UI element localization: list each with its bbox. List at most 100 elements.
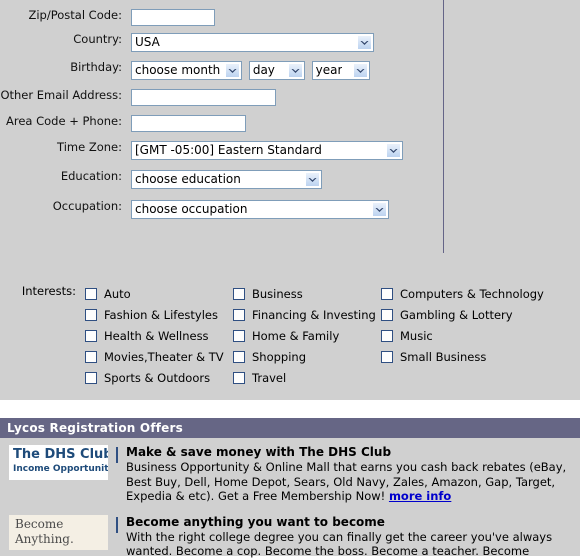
offer-text: Make & save money with The DHS Club Busi… — [126, 445, 580, 504]
chevron-down-icon — [357, 35, 372, 50]
interest-item[interactable]: Computers & Technology — [381, 283, 557, 304]
form-row-other-email: Other Email Address: — [0, 89, 443, 106]
interest-item[interactable]: Gambling & Lottery — [381, 304, 557, 325]
other-email-input[interactable] — [131, 89, 276, 106]
offer-description-text: Business Opportunity & Online Mall that … — [126, 460, 567, 503]
offer-description: With the right college degree you can fi… — [126, 530, 576, 559]
interest-label: Fashion & Lifestyles — [104, 307, 218, 322]
chevron-down-icon — [225, 63, 240, 78]
field-occupation: choose occupation — [131, 200, 392, 219]
vertical-divider — [443, 0, 444, 253]
label-interests: Interests: — [21, 284, 76, 298]
label-occupation: Occupation: — [52, 199, 122, 213]
interest-item[interactable]: Sports & Outdoors — [85, 367, 233, 388]
become-logo-line2: Anything. — [15, 531, 74, 546]
form-row-birthday: Birthday: choose month day year — [0, 61, 443, 80]
checkbox-icon[interactable] — [381, 287, 393, 300]
interest-item[interactable]: Health & Wellness — [85, 325, 233, 346]
checkbox-icon[interactable] — [85, 329, 97, 342]
checkbox-icon[interactable] — [381, 308, 393, 321]
offers-list: The DHS Club Income Opportunity Make & s… — [0, 438, 580, 559]
interest-label: Auto — [104, 286, 131, 301]
interest-label: Gambling & Lottery — [400, 307, 513, 322]
chevron-down-icon — [287, 63, 303, 78]
field-education: choose education — [131, 170, 325, 189]
label-phone: Area Code + Phone: — [5, 114, 122, 128]
offer-item: Become Anything. Become anything you wan… — [0, 513, 580, 559]
interest-item[interactable]: Small Business — [381, 346, 557, 367]
offer-title: Become anything you want to become — [126, 514, 385, 529]
interest-item[interactable]: Financing & Investing — [233, 304, 381, 325]
birthday-day-select[interactable]: day — [248, 61, 305, 80]
interest-label: Health & Wellness — [104, 328, 209, 343]
birthday-day-value: day — [252, 63, 275, 77]
zip-input[interactable] — [131, 9, 215, 26]
offer-checkbox-wrap[interactable] — [116, 447, 118, 463]
phone-input[interactable] — [131, 115, 246, 132]
interest-item[interactable]: Travel — [233, 367, 381, 388]
birthday-month-select[interactable]: choose month — [131, 61, 242, 80]
checkbox-icon[interactable] — [116, 447, 118, 463]
become-anything-logo: Become Anything. — [9, 514, 108, 550]
field-other-email — [131, 89, 276, 106]
education-select-value: choose education — [135, 172, 241, 186]
field-zip — [131, 9, 215, 26]
interest-label: Computers & Technology — [400, 286, 544, 301]
offer-item: The DHS Club Income Opportunity Make & s… — [0, 443, 580, 504]
checkbox-icon[interactable] — [85, 287, 97, 300]
more-info-link[interactable]: more info — [389, 489, 451, 503]
interest-label: Sports & Outdoors — [104, 370, 211, 385]
checkbox-icon[interactable] — [85, 308, 97, 321]
chevron-down-icon — [372, 202, 387, 217]
checkbox-icon[interactable] — [85, 350, 97, 363]
chevron-down-icon — [305, 172, 320, 187]
country-select[interactable]: USA — [131, 33, 374, 52]
birthday-year-value: year — [315, 63, 343, 77]
checkbox-icon[interactable] — [233, 329, 245, 342]
form-row-country: Country: USA — [0, 33, 443, 52]
form-row-occupation: Occupation: choose occupation — [0, 200, 443, 219]
interest-label: Music — [400, 328, 433, 343]
offer-logo: Become Anything. — [9, 514, 108, 550]
interests-column-1: Auto Fashion & Lifestyles Health & Welln… — [85, 283, 233, 388]
label-country: Country: — [73, 32, 122, 46]
interests-section: Interests: Auto Fashion & Lifestyles Hea… — [0, 283, 580, 388]
interest-item[interactable]: Music — [381, 325, 557, 346]
checkbox-icon[interactable] — [85, 371, 97, 384]
interests-column-3: Computers & Technology Gambling & Lotter… — [381, 283, 557, 388]
checkbox-icon[interactable] — [381, 329, 393, 342]
interest-label: Home & Family — [252, 328, 340, 343]
birthday-year-select[interactable]: year — [311, 61, 370, 80]
checkbox-icon[interactable] — [381, 350, 393, 363]
education-select[interactable]: choose education — [131, 170, 322, 189]
offer-checkbox-wrap[interactable] — [116, 516, 118, 533]
timezone-select[interactable]: [GMT -05:00] Eastern Standard — [131, 141, 403, 160]
timezone-select-value: [GMT -05:00] Eastern Standard — [135, 143, 322, 157]
interest-item[interactable]: Auto — [85, 283, 233, 304]
interest-item[interactable]: Movies,Theater & TV — [85, 346, 233, 367]
label-other-email: Other Email Address: — [0, 88, 122, 102]
form-row-education: Education: choose education — [0, 170, 443, 189]
interest-label: Small Business — [400, 349, 487, 364]
offer-title: Make & save money with The DHS Club — [126, 445, 392, 459]
checkbox-icon[interactable] — [116, 516, 118, 533]
offers-section: Lycos Registration Offers The DHS Club I… — [0, 418, 580, 559]
checkbox-icon[interactable] — [233, 371, 245, 384]
interest-item[interactable]: Business — [233, 283, 381, 304]
offer-description-text: With the right college degree you can fi… — [126, 529, 553, 559]
interest-label: Travel — [252, 370, 287, 385]
checkbox-icon[interactable] — [233, 308, 245, 321]
field-timezone: [GMT -05:00] Eastern Standard — [131, 141, 406, 160]
interest-item[interactable]: Home & Family — [233, 325, 381, 346]
offers-header-title: Lycos Registration Offers — [0, 418, 580, 438]
occupation-select[interactable]: choose occupation — [131, 200, 389, 219]
dhs-logo-line1: The DHS Club — [13, 447, 108, 462]
form-field-list: Zip/Postal Code: Country: USA Birthday: — [0, 0, 443, 226]
registration-form-panel: Zip/Postal Code: Country: USA Birthday: — [0, 0, 580, 400]
checkbox-icon[interactable] — [233, 287, 245, 300]
interest-item[interactable]: Fashion & Lifestyles — [85, 304, 233, 325]
checkbox-icon[interactable] — [233, 350, 245, 363]
birthday-month-value: choose month — [135, 63, 221, 77]
interest-item[interactable]: Shopping — [233, 346, 381, 367]
interest-label: Movies,Theater & TV — [104, 349, 224, 364]
